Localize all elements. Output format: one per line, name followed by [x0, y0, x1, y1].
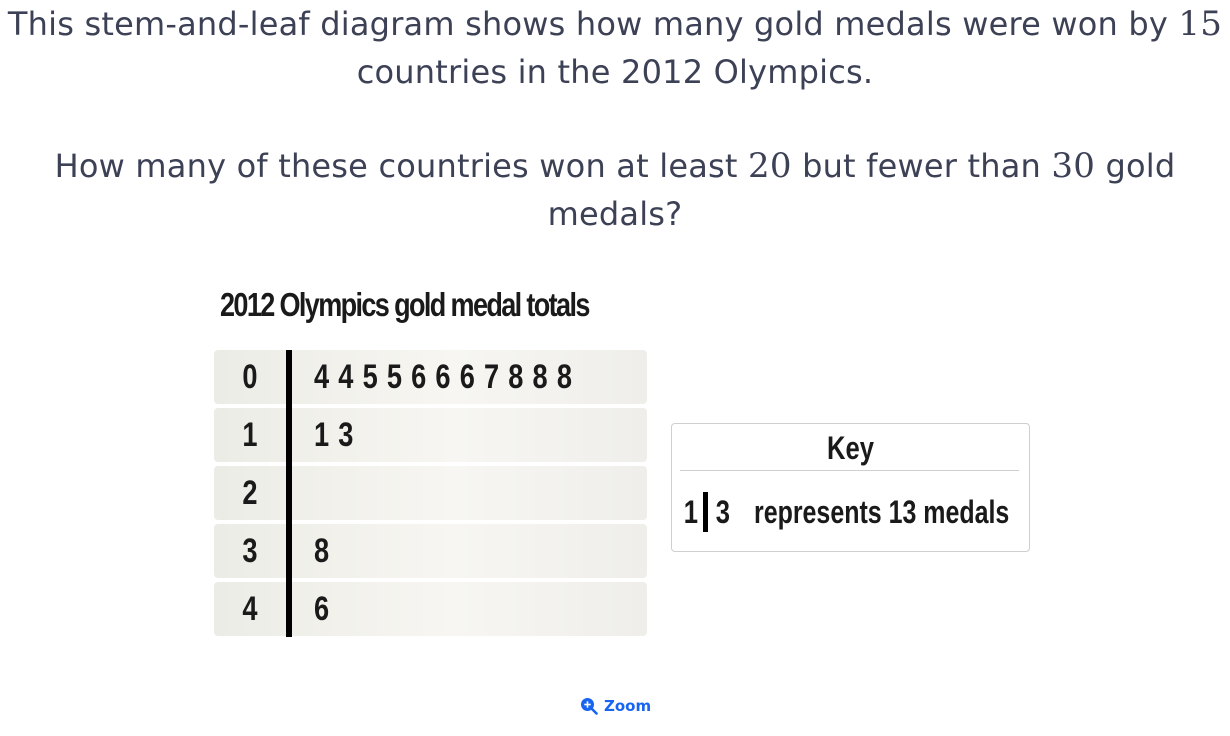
key-leaf: 3	[715, 494, 731, 530]
question-text-2b: but fewer than	[802, 147, 1042, 185]
upper-bound: 30	[1051, 146, 1096, 186]
country-count: 15	[1178, 4, 1223, 44]
stem: 0	[242, 358, 258, 396]
leaves: 8	[314, 532, 330, 570]
plot-row: 0 4 4 5 5 6 6 6 7 8 8 8	[214, 350, 647, 404]
plot-title: 2012 Olympics gold medal totals	[220, 286, 590, 323]
stem: 3	[242, 532, 258, 570]
key-bar	[703, 492, 708, 532]
stem: 4	[242, 590, 258, 628]
lower-bound: 20	[748, 146, 792, 186]
leaves: 6	[314, 590, 330, 628]
question-line-1: This stem-and-leaf diagram shows how man…	[0, 0, 1230, 96]
key-stem: 1	[683, 494, 699, 530]
question-text-2a: How many of these countries won at least	[54, 147, 738, 185]
stem-leaf-divider	[286, 350, 292, 637]
zoom-button[interactable]: Zoom	[580, 694, 651, 718]
plot-row: 1 1 3	[214, 408, 647, 462]
stem: 2	[242, 474, 258, 512]
stem-and-leaf-plot: 0 4 4 5 5 6 6 6 7 8 8 8 1 1 3 2 3 8 4 6	[214, 350, 647, 636]
plot-row: 3 8	[214, 524, 647, 578]
leaves: 4 4 5 5 6 6 6 7 8 8 8	[314, 358, 573, 396]
plot-row: 4 6	[214, 582, 647, 636]
key-text: represents 13 medals	[754, 494, 1010, 530]
leaves: 1 3	[314, 416, 355, 454]
zoom-in-icon	[580, 697, 598, 715]
stem: 1	[242, 416, 258, 454]
zoom-label: Zoom	[604, 697, 652, 715]
question-text-1a: This stem-and-leaf diagram shows how man…	[7, 5, 1169, 43]
question-line-2: How many of these countries won at least…	[0, 142, 1230, 238]
key-divider	[680, 470, 1019, 471]
plot-row: 2	[214, 466, 647, 520]
key-title: Key	[827, 430, 874, 466]
key-box: Key 1 3 represents 13 medals	[671, 423, 1030, 552]
question-text-1b: countries in the 2012 Olympics.	[356, 53, 874, 91]
